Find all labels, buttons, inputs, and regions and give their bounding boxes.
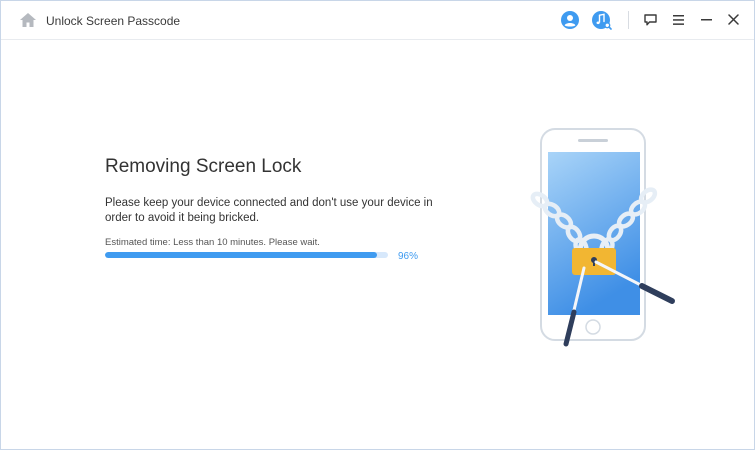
progress-percent: 96% (398, 251, 419, 262)
music-search-icon[interactable] (592, 11, 612, 30)
progress-bar (105, 252, 388, 258)
phone-speaker (578, 139, 608, 142)
instruction-text: Please keep your device connected and do… (105, 197, 433, 224)
title-bar: Unlock Screen Passcode (1, 1, 754, 40)
page-heading: Removing Screen Lock (105, 156, 302, 177)
close-icon[interactable] (728, 14, 739, 25)
minimize-icon[interactable] (701, 19, 712, 21)
phone-home-button (585, 319, 601, 335)
home-icon[interactable] (19, 12, 37, 28)
unlock-phone-illustration (530, 128, 675, 347)
account-icon[interactable] (561, 11, 579, 29)
estimated-time-text: Estimated time: Less than 10 minutes. Pl… (105, 237, 320, 248)
toolbar-divider (628, 11, 629, 29)
feedback-icon[interactable] (644, 14, 657, 26)
menu-icon[interactable] (673, 15, 684, 25)
progress-bar-fill (105, 252, 377, 258)
window-title: Unlock Screen Passcode (46, 14, 181, 28)
app-window: Unlock Screen Passcode Removing Screen L… (0, 0, 755, 450)
